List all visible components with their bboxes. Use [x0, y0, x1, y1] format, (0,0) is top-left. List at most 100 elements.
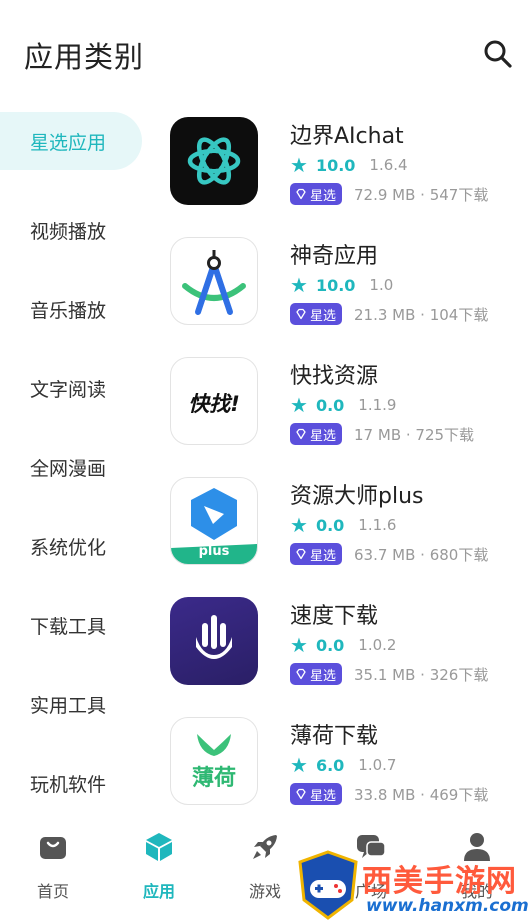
tab-label: 应用: [142, 882, 175, 901]
app-version: 1.6.4: [369, 156, 408, 174]
star-icon: ★: [290, 153, 308, 177]
badge-label: 星选: [310, 428, 337, 444]
sidebar-item-video[interactable]: 视频播放: [0, 191, 150, 270]
gamepad-shield-logo: [298, 850, 358, 920]
app-version: 1.1.9: [358, 396, 397, 414]
rating-line: ★ 6.0 1.0.7: [290, 755, 396, 775]
app-size-downloads: 17 MB · 725下载: [354, 425, 475, 444]
search-button[interactable]: [482, 38, 514, 70]
star-icon: ★: [290, 753, 308, 777]
app-name: 薄荷下载: [290, 724, 379, 749]
app-list-item[interactable]: 神奇应用 ★ 10.0 1.0 星选 21.3 MB · 104下载: [170, 235, 520, 355]
sidebar-item-reading[interactable]: 文字阅读: [0, 349, 150, 428]
app-icon-master-plus: plus: [170, 477, 258, 565]
badge-label: 星选: [310, 788, 337, 804]
watermark-url: www.hanxm.com: [366, 896, 529, 916]
tab-apps[interactable]: 应用: [106, 822, 212, 920]
ai-knot-icon: [187, 137, 241, 185]
app-list-item[interactable]: plus 资源大师plus ★ 0.0 1.1.6 星选 63.7 MB · 6…: [170, 475, 520, 595]
star-icon: ★: [290, 633, 308, 657]
cube-icon: [146, 833, 172, 861]
featured-badge: 星选: [290, 183, 343, 205]
diamond-icon: [296, 428, 306, 440]
sidebar-item-label: 视频播放: [30, 221, 107, 243]
app-list-item[interactable]: 速度下载 ★ 0.0 1.0.2 星选 35.1 MB · 326下载: [170, 595, 520, 715]
compass-icon: [182, 250, 246, 315]
rating-line: ★ 10.0 1.0: [290, 275, 393, 295]
app-list: 边界AIchat ★ 10.0 1.6.4 星选 72.9 MB · 547下载…: [170, 115, 520, 835]
sidebar-item-label: 全网漫画: [30, 458, 107, 480]
category-sidebar: 星选应用 视频播放 音乐播放 文字阅读 全网漫画 系统优化 下载工具 实用工具 …: [0, 112, 150, 823]
sidebar-item-phone-tweaks[interactable]: 玩机软件: [0, 744, 150, 823]
sidebar-item-system[interactable]: 系统优化: [0, 507, 150, 586]
app-rating: 6.0: [315, 755, 345, 775]
watermark-title: 西美手游网: [362, 864, 517, 899]
rocket-icon: [253, 835, 277, 859]
app-version: 1.0.7: [358, 756, 397, 774]
sidebar-item-comics[interactable]: 全网漫画: [0, 428, 150, 507]
app-size-downloads: 33.8 MB · 469下载: [354, 785, 489, 804]
sidebar-item-label: 实用工具: [30, 695, 107, 717]
app-list-item[interactable]: 薄荷 薄荷下载 ★ 6.0 1.0.7 星选 33.8 MB · 469下载: [170, 715, 520, 835]
app-rating: 10.0: [315, 155, 356, 175]
sidebar-item-label: 音乐播放: [30, 300, 107, 322]
app-rating: 0.0: [315, 635, 345, 655]
meta-line: 星选 17 MB · 725下载: [290, 423, 474, 445]
tab-label: 首页: [36, 882, 69, 901]
app-version: 1.0: [369, 276, 394, 294]
diamond-icon: [296, 188, 306, 200]
featured-badge: 星选: [290, 783, 343, 805]
sidebar-item-label: 系统优化: [30, 537, 107, 559]
download-drop-icon: [196, 615, 232, 659]
app-icon-mint: 薄荷: [170, 717, 258, 805]
header: 应用类别: [0, 0, 530, 110]
app-size-downloads: 72.9 MB · 547下载: [354, 185, 489, 204]
app-name: 速度下载: [290, 604, 379, 629]
app-list-item[interactable]: 边界AIchat ★ 10.0 1.6.4 星选 72.9 MB · 547下载: [170, 115, 520, 235]
app-icon-kuaizhao: 快找!: [170, 357, 258, 445]
app-size-downloads: 35.1 MB · 326下载: [354, 665, 489, 684]
badge-label: 星选: [310, 548, 337, 564]
app-icon-speed-download: [170, 597, 258, 685]
app-rating: 0.0: [315, 395, 345, 415]
app-icon-chat: [170, 117, 258, 205]
meta-line: 星选 33.8 MB · 469下载: [290, 783, 488, 805]
featured-badge: 星选: [290, 303, 343, 325]
sidebar-item-label: 星选应用: [30, 131, 107, 154]
badge-label: 星选: [310, 188, 337, 204]
rating-line: ★ 0.0 1.0.2: [290, 635, 396, 655]
sidebar-item-label: 玩机软件: [30, 774, 107, 796]
featured-badge: 星选: [290, 423, 343, 445]
meta-line: 星选 21.3 MB · 104下载: [290, 303, 488, 325]
search-icon: [484, 40, 512, 68]
diamond-icon: [296, 788, 306, 800]
diamond-icon: [296, 668, 306, 680]
rating-line: ★ 0.0 1.1.9: [290, 395, 396, 415]
diamond-icon: [296, 548, 306, 560]
sidebar-item-label: 下载工具: [30, 616, 107, 638]
featured-badge: 星选: [290, 663, 343, 685]
sidebar-item-label: 文字阅读: [30, 379, 107, 401]
sidebar-item-utilities[interactable]: 实用工具: [0, 665, 150, 744]
sidebar-item-music[interactable]: 音乐播放: [0, 270, 150, 349]
meta-line: 星选 72.9 MB · 547下载: [290, 183, 488, 205]
badge-label: 星选: [310, 308, 337, 324]
app-rating: 0.0: [315, 515, 345, 535]
bag-icon: [40, 837, 66, 859]
app-list-item[interactable]: 快找! 快找资源 ★ 0.0 1.1.9 星选 17 MB · 725下载: [170, 355, 520, 475]
plus-logo-text: plus: [198, 544, 230, 559]
rating-line: ★ 0.0 1.1.6: [290, 515, 396, 535]
app-size-downloads: 63.7 MB · 680下载: [354, 545, 489, 564]
meta-line: 星选 63.7 MB · 680下载: [290, 543, 488, 565]
featured-badge: 星选: [290, 543, 343, 565]
watermark: 西美手游网 www.hanxm.com: [296, 850, 530, 920]
rating-line: ★ 10.0 1.6.4: [290, 155, 408, 175]
app-size-downloads: 21.3 MB · 104下载: [354, 305, 489, 324]
app-name: 资源大师plus: [290, 484, 424, 509]
page-title: 应用类别: [24, 40, 145, 74]
sidebar-item-featured[interactable]: 星选应用: [0, 112, 142, 170]
tab-home[interactable]: 首页: [0, 822, 106, 920]
badge-label: 星选: [310, 668, 337, 684]
sidebar-item-download-tools[interactable]: 下载工具: [0, 586, 150, 665]
star-icon: ★: [290, 273, 308, 297]
